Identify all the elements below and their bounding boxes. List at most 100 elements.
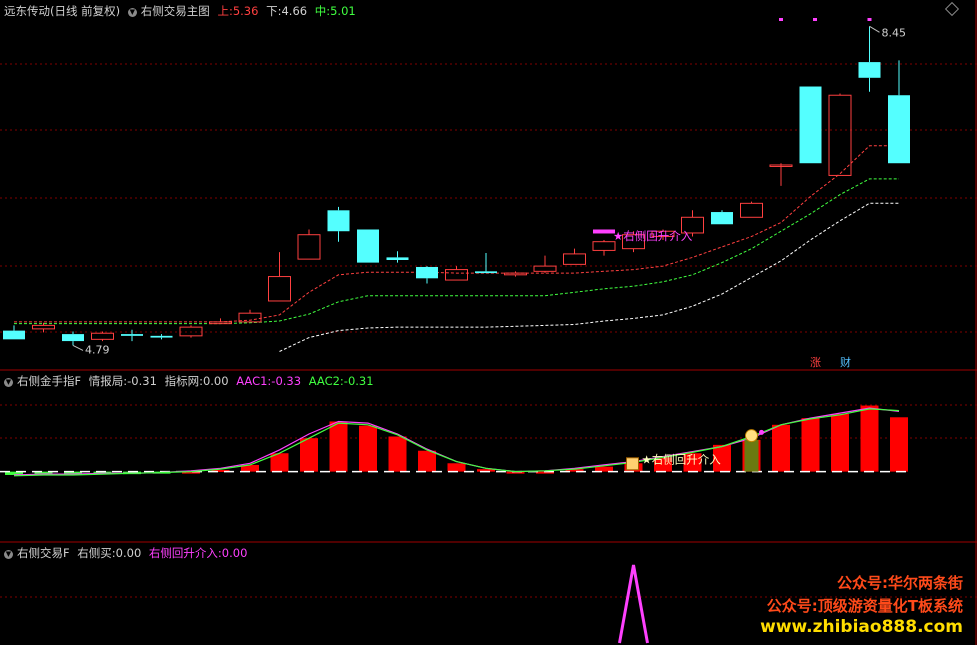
- candle: [769, 163, 793, 186]
- candle: [416, 266, 438, 284]
- candle: [209, 318, 232, 325]
- candle: [32, 322, 55, 333]
- oscillator-bar: [890, 417, 908, 472]
- signal-dot: [779, 18, 783, 21]
- signal-bar: [593, 229, 615, 234]
- main-indicator-name[interactable]: 右侧交易主图: [141, 4, 210, 18]
- candle-body: [32, 324, 55, 330]
- candle-body: [327, 210, 350, 232]
- signal-dot: [759, 429, 764, 435]
- candle: [858, 26, 881, 92]
- candle: [268, 252, 291, 302]
- oscillator-bar: [772, 424, 790, 472]
- mid-label: 中:: [314, 4, 331, 18]
- entry-label: 右侧回升介入:: [148, 546, 222, 560]
- signal-dot: [867, 18, 872, 21]
- candle-body: [533, 265, 557, 272]
- candle-body: [888, 95, 910, 164]
- oscillator-bar: [388, 436, 407, 472]
- candle-body: [179, 326, 203, 337]
- net-value: 0.00: [202, 374, 229, 388]
- price-panel[interactable]: 8.45 4.79 ★右侧回升介入: [3, 18, 910, 356]
- signal-text: ★右侧回升介入: [642, 452, 722, 466]
- oscillator-bar: [447, 463, 466, 472]
- candle: [327, 206, 350, 242]
- candle: [799, 86, 822, 164]
- oscillator-panel-header: ▼ 右侧金手指F 情报局:-0.31 指标网:0.00 AAC1:-0.33 AA…: [4, 373, 378, 389]
- highlight-bar: [744, 439, 759, 472]
- chevron-down-icon[interactable]: ▼: [4, 550, 13, 559]
- candle-body: [799, 86, 822, 164]
- info-value: -0.31: [127, 374, 157, 388]
- upper-label: 上:: [217, 4, 233, 18]
- candle-body: [386, 257, 409, 260]
- candle: [121, 329, 143, 342]
- candle-body: [121, 334, 143, 336]
- signal-text: ★右侧回升介入: [613, 229, 693, 243]
- aac1-label: AAC1:: [236, 374, 272, 388]
- signal-panel[interactable]: [618, 564, 649, 644]
- oscillator-bar: [359, 425, 377, 472]
- watermark-line-1: 公众号:华尔两条街: [837, 574, 963, 592]
- candle: [297, 229, 321, 260]
- candle: [592, 239, 616, 256]
- low-marker-line: [72, 344, 84, 351]
- chevron-down-icon[interactable]: ▼: [127, 8, 137, 17]
- candle-body: [504, 272, 527, 276]
- oscillator-title[interactable]: 右侧金手指F: [17, 374, 81, 388]
- price-panel-header: 远东传动(日线 前复权) ▼ 右侧交易主图 上:5.36 下:4.66 中:5.0…: [4, 3, 360, 19]
- candle: [386, 251, 409, 263]
- candle-body: [445, 269, 468, 281]
- signal-title[interactable]: 右侧交易F: [17, 546, 70, 560]
- watermark-line-2: 公众号:顶级游资量化T板系统: [766, 597, 963, 615]
- candle-body: [711, 212, 733, 225]
- lower-value: 4.66: [281, 4, 308, 18]
- info-label: 情报局:: [88, 374, 128, 388]
- oscillator-bar: [329, 421, 348, 472]
- candle-body: [858, 62, 881, 78]
- oscillator-bar: [801, 418, 820, 472]
- high-price-label: 8.45: [882, 26, 907, 39]
- candle-body: [150, 335, 173, 338]
- oscillator-panel[interactable]: ★右侧回升介入: [0, 405, 909, 477]
- oscillator-bar: [831, 413, 849, 472]
- entry-signal-spike: [618, 564, 649, 644]
- candle-body: [828, 94, 852, 176]
- buy-label: 右侧买:: [77, 546, 116, 560]
- candle-body: [209, 321, 232, 325]
- aac2-label: AAC2:: [308, 374, 344, 388]
- candle: [504, 271, 527, 277]
- signal-dot: [813, 18, 817, 21]
- candle-body: [592, 241, 616, 251]
- candle: [150, 334, 173, 340]
- lower-band-line: [279, 202, 899, 352]
- oscillator-bar: [418, 450, 436, 472]
- candle: [711, 210, 733, 225]
- net-label: 指标网:: [164, 374, 203, 388]
- oscillator-bar: [860, 405, 879, 472]
- entry-value: 0.00: [221, 546, 248, 560]
- candle: [533, 255, 557, 274]
- lower-label: 下:: [266, 4, 282, 18]
- candle: [3, 325, 25, 340]
- high-marker-line: [869, 25, 880, 33]
- zhang-badge[interactable]: 涨: [808, 356, 823, 370]
- signal-panel-header: ▼ 右侧交易F 右侧买:0.00 右侧回升介入:0.00: [4, 545, 251, 561]
- watermark-line-3: www.zhibiao888.com: [760, 617, 963, 637]
- candle-body: [268, 276, 291, 302]
- chevron-down-icon[interactable]: ▼: [4, 378, 13, 387]
- aac1-value: -0.33: [271, 374, 302, 388]
- mid-value: 5.01: [330, 4, 356, 18]
- coin-icon: [745, 429, 758, 443]
- buy-value: 0.00: [115, 546, 142, 560]
- candle: [62, 331, 84, 346]
- cai-badge[interactable]: 财: [838, 356, 853, 370]
- candle-body: [3, 330, 25, 340]
- candle-body: [416, 266, 438, 279]
- candle-body: [357, 229, 379, 263]
- stock-name: 远东传动(日线 前复权): [4, 4, 121, 18]
- candle: [357, 229, 379, 263]
- candle: [740, 201, 763, 218]
- candle: [828, 93, 852, 176]
- oscillator-bar: [300, 438, 318, 472]
